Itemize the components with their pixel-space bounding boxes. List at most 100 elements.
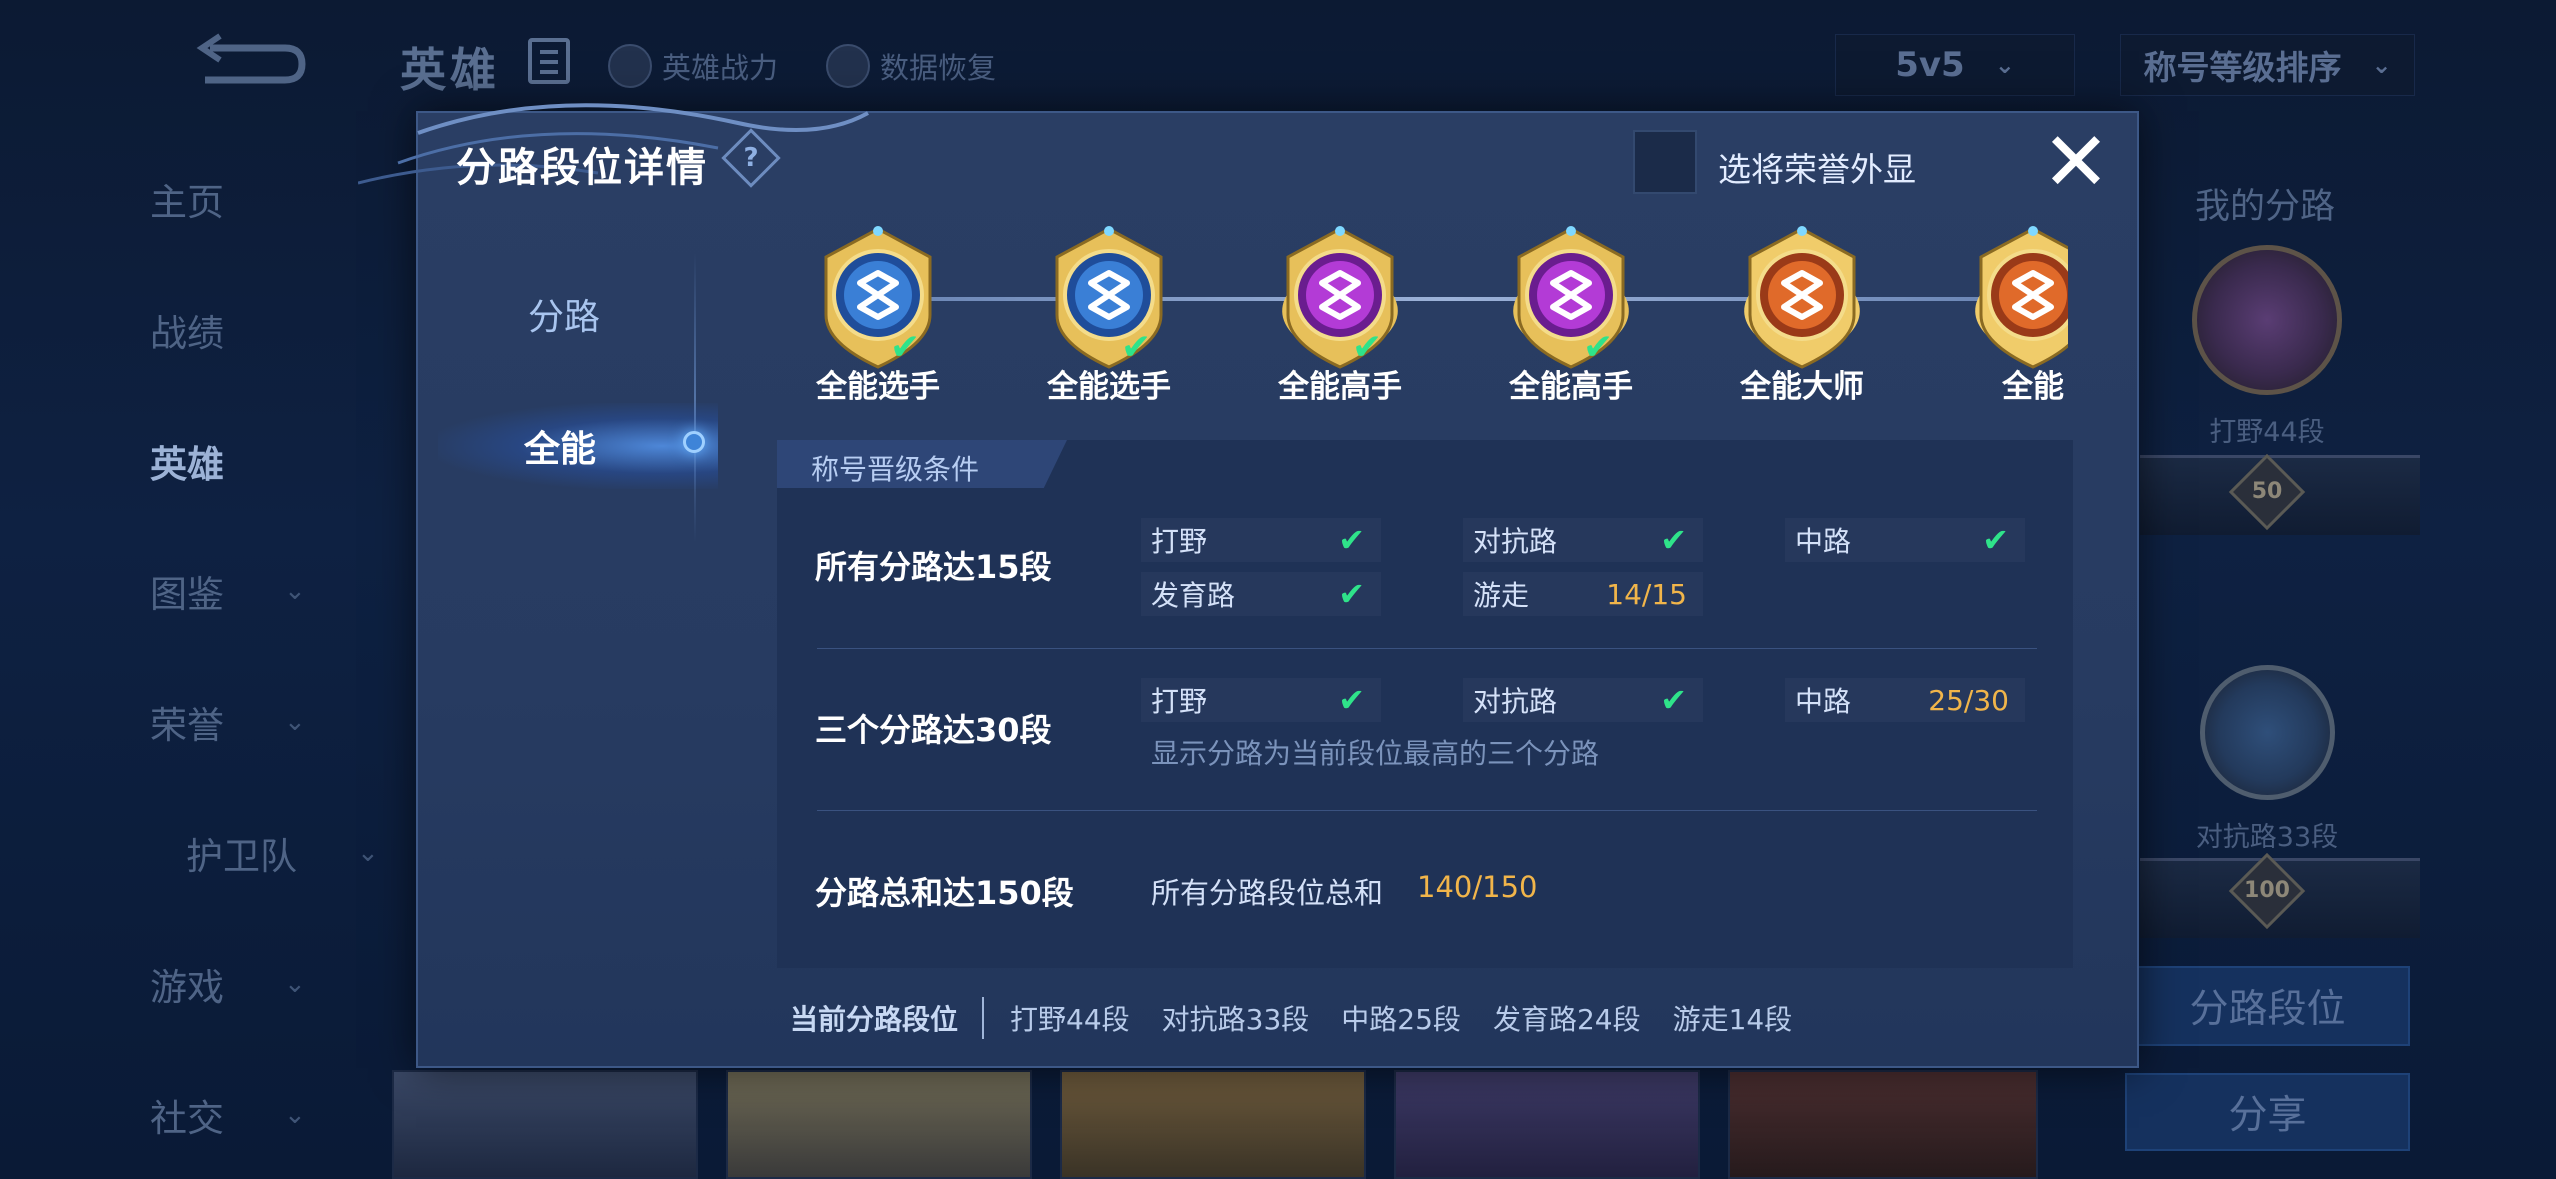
medal-icon [1975,226,2068,369]
sidebar-item-label: 游戏 [150,966,224,1009]
sort-select[interactable]: 称号等级排序 ⌄ [2120,34,2415,96]
conditions-header: 称号晋级条件 [777,440,1067,488]
sum-progress: 140/150 [1417,870,1538,904]
footer-stat: 游走14段 [1672,1003,1793,1036]
footer-lead: 当前分路段位 [790,1003,959,1036]
title-name: 全能选手 [1047,369,1171,405]
divider [817,648,2037,649]
sort-select-value: 称号等级排序 [2143,48,2342,87]
sidebar-item-label: 护卫队 [186,835,297,878]
condition-chip: 发育路 ✔ [1141,572,1381,616]
jungle-lane-badge[interactable] [2192,245,2342,395]
sidebar-item-hero[interactable]: 英雄 [150,434,380,488]
title-medal[interactable]: ✔ 全能高手 [1471,223,1671,423]
medal-icon [1282,226,1398,369]
active-tab-indicator [683,431,705,453]
lane-rank-detail-modal: 分路段位详情 ? 选将荣誉外显 ✕ 分路 全能 ✔ 全能选手 ✔ 全能选手 ✔ … [358,103,2139,1068]
modal-title: 分路段位详情 [456,145,708,191]
progress-text: 25/30 [1928,683,2009,717]
check-icon: ✔ [1338,575,1365,613]
tab-divider [694,253,696,543]
hero-card[interactable] [392,1070,698,1179]
sidebar-item-honor[interactable]: 荣誉 ⌄ [150,695,380,749]
lane-rank-button[interactable]: 分路段位 [2125,966,2410,1046]
honor-display-checkbox[interactable] [1633,130,1697,194]
title-medal[interactable]: ✔ 全能选手 [778,223,978,423]
restore-icon [826,44,870,88]
chevron-down-icon: ⌄ [284,576,306,606]
condition-chip: 打野 ✔ [1141,678,1381,722]
title-medal[interactable]: ✔ 全能选手 [1009,223,1209,423]
sidebar-item-game[interactable]: 游戏 ⌄ [150,957,380,1011]
title-name: 全能高手 [1278,369,1402,405]
chevron-down-icon: ⌄ [284,969,306,999]
tab-all-round[interactable]: 全能 [524,420,596,472]
condition-note: 显示分路为当前段位最高的三个分路 [1151,737,1600,770]
honor-display-label: 选将荣誉外显 [1718,150,1916,189]
sidebar-item-codex[interactable]: 图鉴 ⌄ [150,564,380,618]
conditions-panel: 称号晋级条件 所有分路达15段 打野 ✔ 对抗路 ✔ 中路 ✔ 发育路 ✔ 游走 14/1… [777,440,2073,968]
chevron-down-icon: ⌄ [357,838,379,868]
chevron-down-icon: ⌄ [284,707,306,737]
tab-lane[interactable]: 分路 [528,288,600,340]
footer-stat: 发育路24段 [1492,1003,1641,1036]
condition-chip: 对抗路 ✔ [1463,678,1703,722]
title-medal[interactable]: 全能大师 [1702,223,1902,423]
hero-power-label: 英雄战力 [662,51,779,85]
condition-chip: 对抗路 ✔ [1463,518,1703,562]
footer-stat: 对抗路33段 [1161,1003,1310,1036]
condition-title: 所有分路达15段 [815,548,1052,586]
sidebar-item-label: 英雄 [150,443,224,486]
hero-card[interactable] [726,1070,1032,1179]
sidebar-item-home[interactable]: 主页 [150,172,380,226]
list-icon[interactable] [528,38,570,84]
hero-card[interactable] [1394,1070,1700,1179]
sidebar-item-record[interactable]: 战绩 [150,303,380,357]
my-lanes-title: 我的分路 [2195,187,2336,227]
title-medal[interactable]: 全能 [1933,223,2068,423]
sidebar-item-label: 主页 [150,181,224,224]
back-icon[interactable] [190,30,310,90]
hero-power-button[interactable]: 英雄战力 [608,44,778,88]
sidebar-item-social[interactable]: 社交 ⌄ [150,1088,380,1142]
title-name: 全能高手 [1509,369,1633,405]
check-icon: ✔ [1660,681,1687,719]
check-icon: ✔ [1982,521,2009,559]
data-restore-button[interactable]: 数据恢复 [826,44,996,88]
hero-card[interactable] [1728,1070,2038,1179]
footer-stat: 中路25段 [1341,1003,1461,1036]
medal-icon [824,226,932,369]
sidebar-item-label: 社交 [150,1097,224,1140]
condition-title: 分路总和达150段 [815,874,1074,912]
medal-icon [1055,226,1163,369]
title-medal[interactable]: ✔ 全能高手 [1240,223,1440,423]
top-lane-label: 对抗路33段 [2195,822,2339,853]
check-icon: ✔ [1338,521,1365,559]
title-name: 全能 [2002,369,2064,405]
sidebar-item-label: 图鉴 [150,573,224,616]
divider [817,810,2037,811]
check-icon: ✔ [1338,681,1365,719]
footer-stat: 打野44段 [1010,1003,1130,1036]
share-button[interactable]: 分享 [2125,1073,2410,1151]
medal-icon [1513,226,1629,369]
sum-label: 所有分路段位总和 [1151,876,1384,910]
check-icon: ✔ [1660,521,1687,559]
title-name: 全能选手 [816,369,940,405]
title-name: 全能大师 [1740,369,1864,405]
data-restore-label: 数据恢复 [880,51,997,85]
condition-chip: 中路 25/30 [1785,678,2025,722]
chevron-down-icon: ⌄ [2371,51,2392,79]
condition-chip: 打野 ✔ [1141,518,1381,562]
hero-card[interactable] [1060,1070,1366,1179]
top-lane-badge[interactable] [2200,665,2335,800]
footer-separator [982,997,985,1039]
chevron-down-icon: ⌄ [284,1100,306,1130]
close-icon[interactable]: ✕ [2038,122,2114,204]
condition-chip: 中路 ✔ [1785,518,2025,562]
current-lane-rank-footer: 当前分路段位 打野44段 对抗路33段 中路25段 发育路24段 游走14段 [790,993,1824,1043]
helmet-icon [608,44,652,88]
sidebar-item-guard[interactable]: 护卫队 ⌄ [186,826,416,880]
condition-chip: 游走 14/15 [1463,572,1703,616]
mode-select[interactable]: 5v5 ⌄ [1835,34,2075,96]
